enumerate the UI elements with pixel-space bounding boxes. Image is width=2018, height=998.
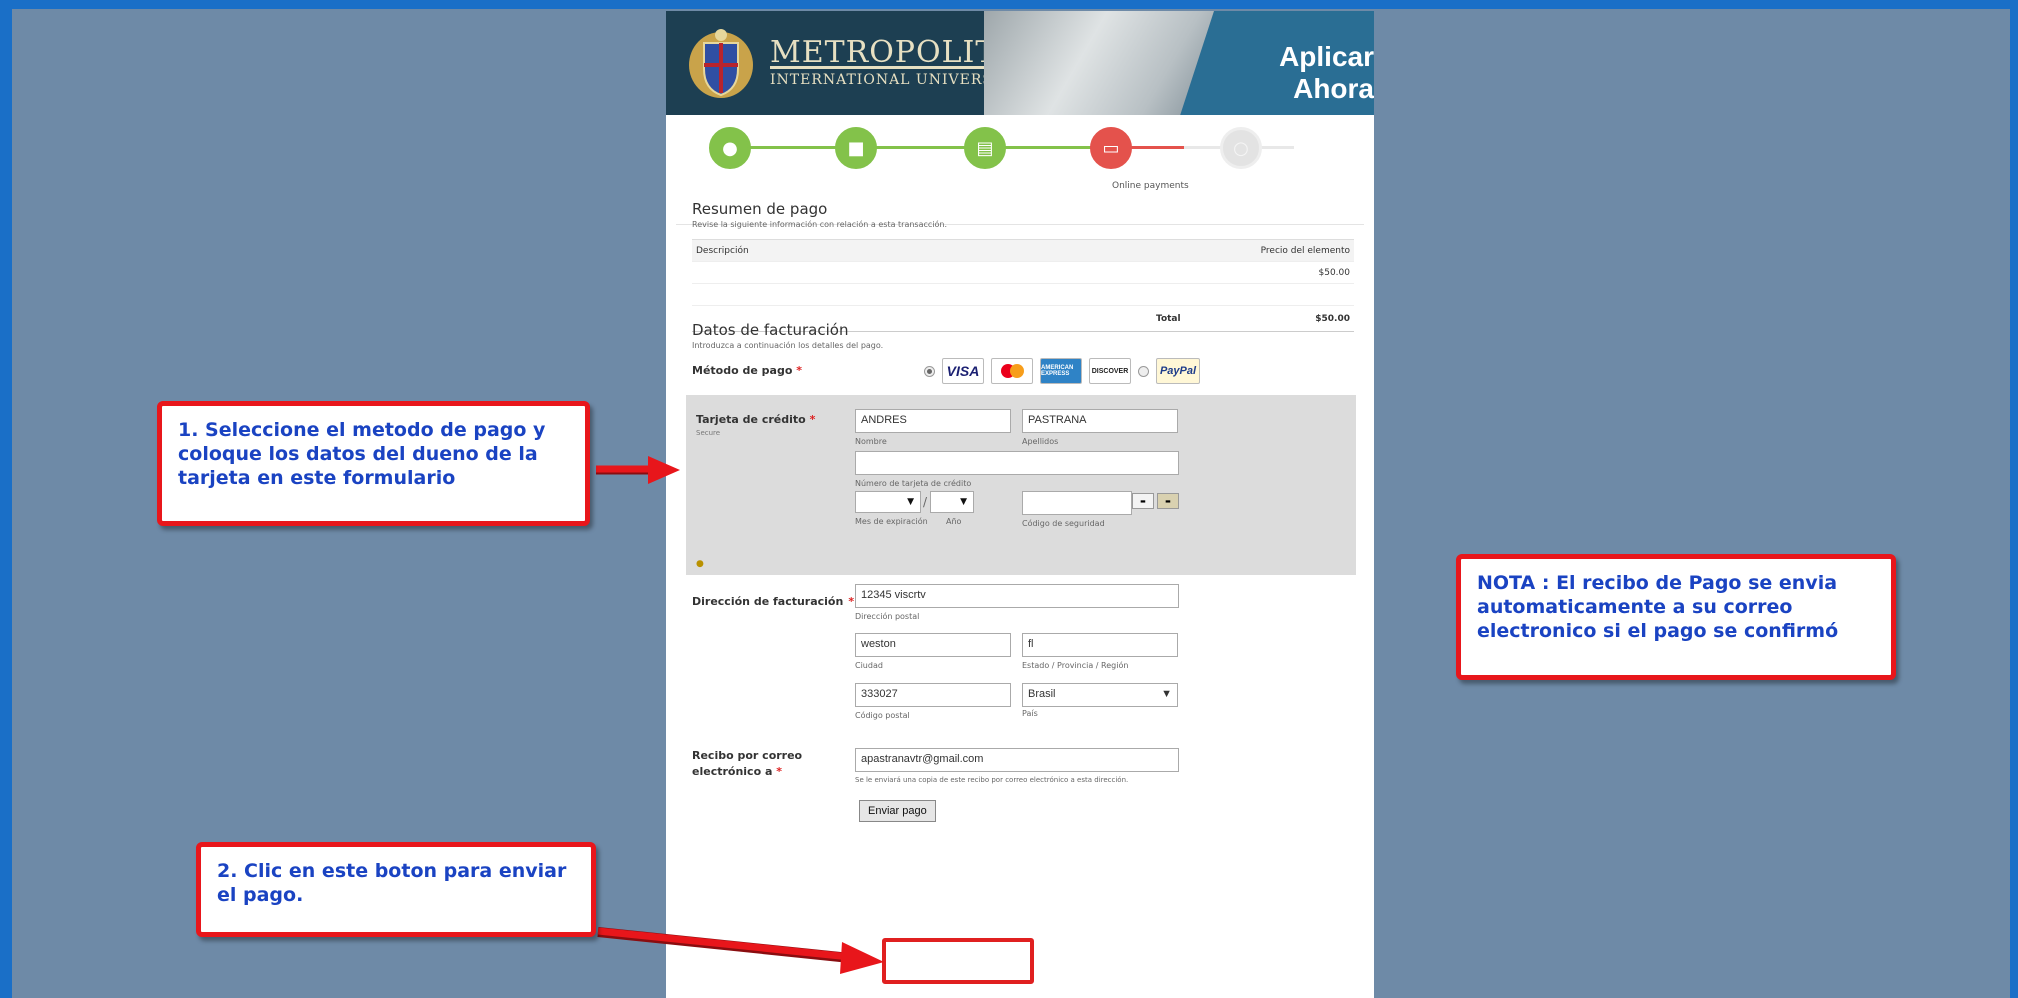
table-header-row: Descripción Precio del elemento <box>692 240 1354 262</box>
last-name-input[interactable]: PASTRANA <box>1022 409 1178 433</box>
exp-month-select[interactable]: ▼ <box>855 491 921 513</box>
zip-input[interactable]: 333027 <box>855 683 1011 707</box>
payment-method-row: Método de pago * VISA AMERICAN EXPRESS D… <box>692 352 1352 392</box>
email-label-line-2: electrónico a * <box>692 764 802 780</box>
exp-month-hint: Mes de expiración <box>855 517 928 526</box>
zip-hint: Código postal <box>855 711 910 720</box>
discover-icon: DISCOVER <box>1089 358 1131 384</box>
credit-card-label: Tarjeta de crédito * <box>696 413 815 426</box>
billing-subtitle: Introduzca a continuación los detalles d… <box>692 341 884 350</box>
item-price: $50.00 <box>1318 267 1351 278</box>
required-mark: * <box>796 364 802 377</box>
billing-title: Datos de facturación <box>692 321 849 339</box>
step-credit-card-icon: ▭ <box>1090 127 1132 169</box>
callout-step-1: 1. Seleccione el metodo de pago y coloqu… <box>157 401 590 526</box>
required-mark: * <box>848 595 855 608</box>
required-mark: * <box>776 765 782 778</box>
email-input[interactable]: apastranavtr@gmail.com <box>855 748 1179 772</box>
first-name-hint: Nombre <box>855 437 887 446</box>
chevron-down-icon: ▼ <box>1161 688 1172 700</box>
cvv-card-icon: ▬ <box>1132 493 1154 509</box>
email-receipt-label: Recibo por correo electrónico a * <box>692 748 802 780</box>
exp-year-select[interactable]: ▼ <box>930 491 974 513</box>
city-hint: Ciudad <box>855 661 883 670</box>
callout-step-2: 2. Clic en este boton para enviar el pag… <box>196 842 596 937</box>
step-user-icon: ■ <box>835 127 877 169</box>
step-lock-icon: ● <box>709 127 751 169</box>
state-input[interactable]: fl <box>1022 633 1178 657</box>
required-mark: * <box>809 413 816 426</box>
summary-table: Descripción Precio del elemento $50.00 T… <box>692 239 1354 332</box>
billing-address-text: Dirección de facturación <box>692 595 844 608</box>
credit-card-text: Tarjeta de crédito <box>696 413 806 426</box>
card-number-input[interactable] <box>855 451 1179 475</box>
billing-section: Datos de facturación Introduzca a contin… <box>692 321 1370 350</box>
apply-now-link[interactable]: Aplicar Ahora <box>1214 41 1374 105</box>
mastercard-icon <box>991 358 1033 384</box>
callout-note: NOTA : El recibo de Pago se envia automa… <box>1456 554 1896 680</box>
card-options: VISA AMERICAN EXPRESS DISCOVER PayPal <box>924 358 1200 384</box>
table-row: $50.00 <box>692 262 1354 284</box>
street-hint: Dirección postal <box>855 612 920 621</box>
first-name-input[interactable]: ANDRES <box>855 409 1011 433</box>
lock-icon: ● <box>696 559 704 569</box>
summary-subtitle: Revise la siguiente información con rela… <box>692 220 948 229</box>
submit-payment-button[interactable]: Enviar pago <box>859 800 936 822</box>
security-code-hint: Código de seguridad <box>1022 519 1105 528</box>
visa-icon: VISA <box>942 358 984 384</box>
amex-icon: AMERICAN EXPRESS <box>1040 358 1082 384</box>
table-row-empty <box>692 284 1354 306</box>
email-label-text: electrónico a <box>692 765 773 778</box>
payment-page: METROPOLITAN INTERNATIONAL UNIVERSITY Ap… <box>666 11 1374 998</box>
summary-title: Resumen de pago <box>692 200 828 218</box>
billing-address-label: Dirección de facturación * <box>692 590 854 609</box>
payment-method-text: Método de pago <box>692 364 793 377</box>
state-hint: Estado / Provincia / Región <box>1022 661 1129 670</box>
card-number-hint: Número de tarjeta de crédito <box>855 479 972 488</box>
payment-method-label: Método de pago * <box>692 364 802 377</box>
radio-paypal[interactable] <box>1138 365 1149 377</box>
security-code-input[interactable] <box>1022 491 1132 515</box>
email-hint: Se le enviará una copia de este recibo p… <box>855 776 1129 784</box>
radio-card[interactable] <box>924 365 935 377</box>
city-input[interactable]: weston <box>855 633 1011 657</box>
payment-summary: Resumen de pago Revise la siguiente info… <box>692 200 1370 332</box>
progress-line-done <box>730 146 1090 149</box>
country-value: Brasil <box>1028 688 1056 700</box>
submit-highlight-box <box>882 938 1034 984</box>
email-label-line-1: Recibo por correo <box>692 749 803 762</box>
credit-card-panel: Tarjeta de crédito * Secure ANDRES Nombr… <box>686 395 1356 575</box>
step-caption: Online payments <box>1112 181 1189 191</box>
paypal-icon: PayPal <box>1156 358 1200 384</box>
site-header: METROPOLITAN INTERNATIONAL UNIVERSITY Ap… <box>666 11 1374 115</box>
exp-separator: / <box>923 495 928 509</box>
step-search-icon: ○ <box>1220 127 1262 169</box>
secure-label: Secure <box>696 429 721 437</box>
step-document-icon: ▤ <box>964 127 1006 169</box>
last-name-hint: Apellidos <box>1022 437 1059 446</box>
university-crest-icon <box>689 29 753 98</box>
col-description: Descripción <box>696 245 749 256</box>
cvv-card-back-icon: ▬ <box>1157 493 1179 509</box>
col-price: Precio del elemento <box>1260 245 1350 256</box>
exp-year-hint: Año <box>946 517 962 526</box>
country-hint: País <box>1022 709 1038 718</box>
country-select[interactable]: Brasil ▼ <box>1022 683 1178 707</box>
street-input[interactable]: 12345 viscrtv <box>855 584 1179 608</box>
